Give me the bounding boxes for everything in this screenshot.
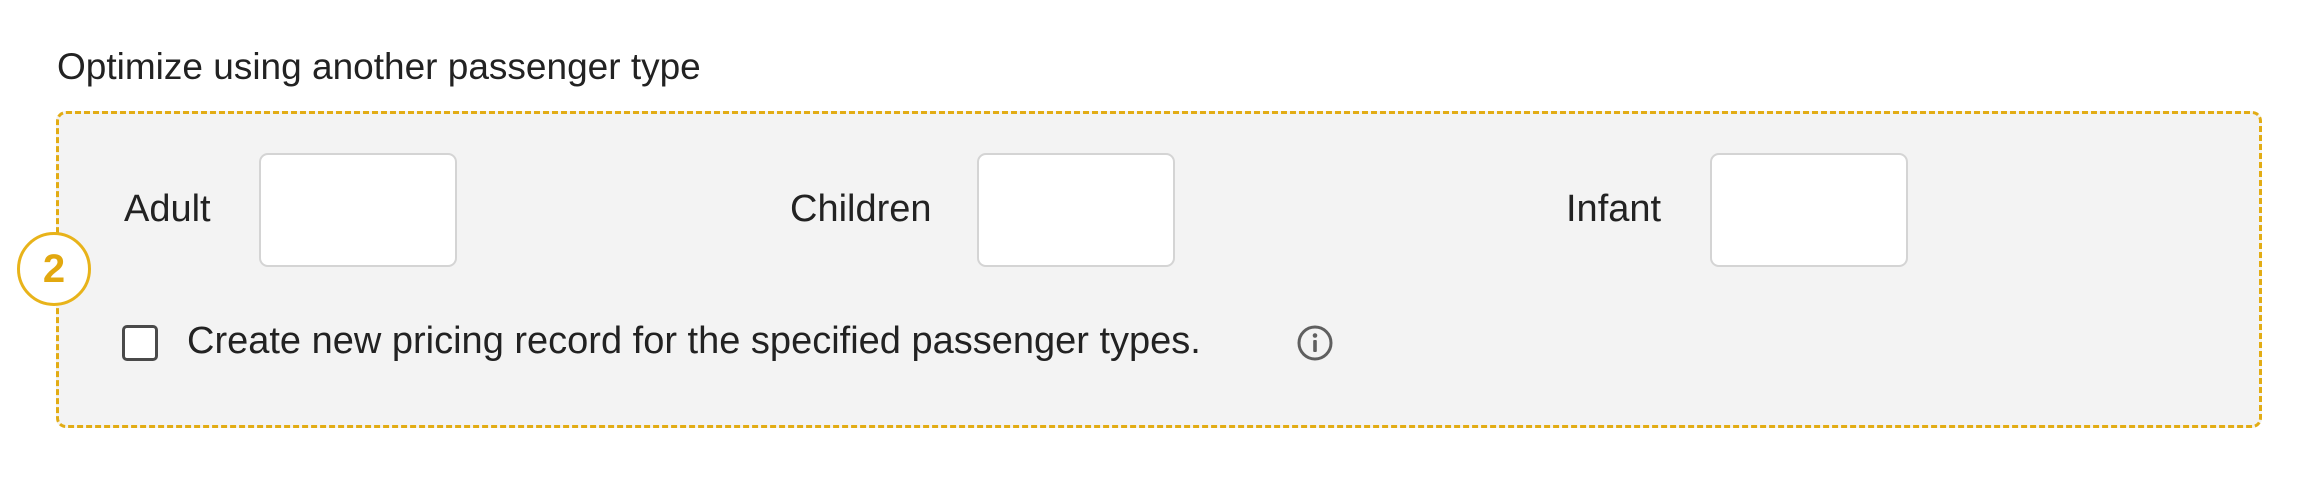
adult-count-input[interactable]	[259, 153, 457, 267]
create-pricing-record-label[interactable]: Create new pricing record for the specif…	[187, 318, 1201, 364]
adult-label: Adult	[124, 188, 211, 230]
info-circle-icon[interactable]	[1296, 324, 1334, 362]
children-count-input[interactable]	[977, 153, 1175, 267]
step-number-badge: 2	[17, 232, 91, 306]
infant-label: Infant	[1566, 188, 1662, 230]
create-pricing-record-checkbox[interactable]	[122, 325, 158, 361]
section-title: Optimize using another passenger type	[57, 46, 701, 87]
infant-count-input[interactable]	[1710, 153, 1908, 267]
children-label: Children	[790, 188, 932, 230]
